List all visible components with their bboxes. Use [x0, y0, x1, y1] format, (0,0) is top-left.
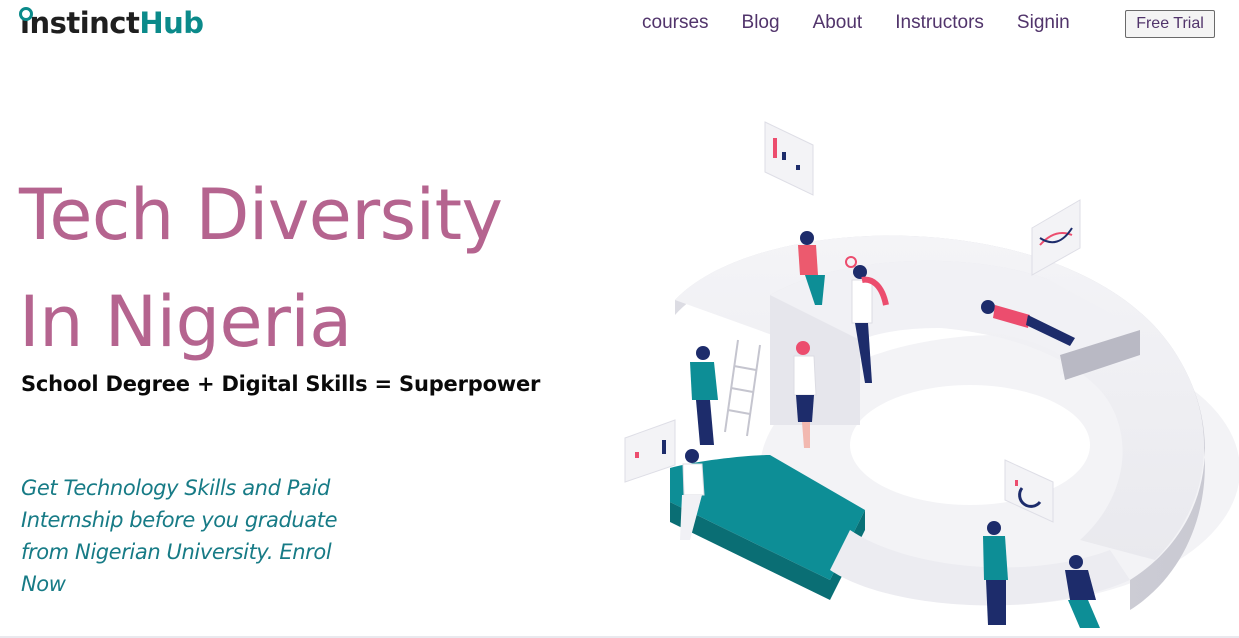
- donut-chart-base: [670, 235, 1239, 610]
- person-standing-bottom: [983, 521, 1008, 625]
- logo-initial: i: [19, 4, 33, 42]
- brand-logo[interactable]: instinctHub: [19, 4, 204, 42]
- hero-title-line-2: In Nigeria: [19, 281, 352, 363]
- hero-title-line-1: Tech Diversity: [19, 174, 503, 256]
- logo-text-suffix: Hub: [139, 6, 204, 40]
- logo-ring-icon: [19, 7, 33, 21]
- person-climbing-ladder: [690, 346, 718, 445]
- nav-link-courses[interactable]: courses: [642, 10, 709, 36]
- nav-link-instructors[interactable]: Instructors: [895, 10, 984, 36]
- nav-link-blog[interactable]: Blog: [742, 10, 780, 36]
- floating-bar-card: [764, 121, 814, 196]
- team-climbing-chart-illustration: [624, 121, 1239, 628]
- floating-line-card: [1031, 199, 1081, 276]
- free-trial-button[interactable]: Free Trial: [1125, 10, 1215, 38]
- hero-title: Tech Diversity In Nigeria: [19, 162, 503, 376]
- nav-links: courses Blog About Instructors Signin: [642, 10, 1103, 36]
- hero-formula: School Degree + Digital Skills = Superpo…: [21, 372, 541, 396]
- nav-link-about[interactable]: About: [813, 10, 863, 36]
- nav-link-signin[interactable]: Signin: [1017, 10, 1070, 36]
- navbar: instinctHub courses Blog About Instructo…: [0, 0, 1239, 46]
- hero-description: Get Technology Skills and Paid Internshi…: [21, 476, 338, 596]
- hero-illustration: [610, 110, 1239, 638]
- landing-page: instinctHub courses Blog About Instructo…: [0, 0, 1239, 638]
- ladder: [724, 339, 761, 437]
- floating-left-card: [624, 419, 676, 483]
- logo-text-prefix: nstinct: [29, 6, 140, 40]
